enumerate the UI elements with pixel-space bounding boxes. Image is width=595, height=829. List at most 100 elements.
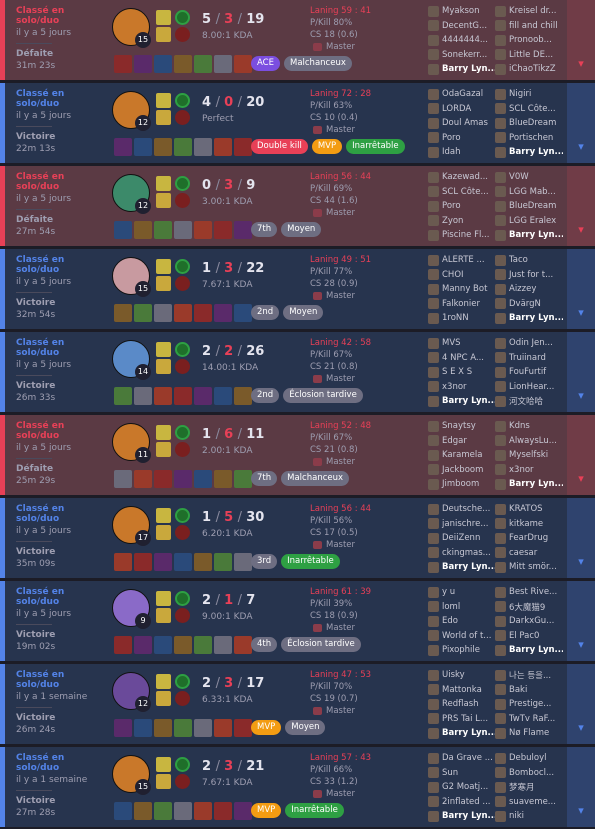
- match-card[interactable]: Classé en solo/duo il y a 1 semaine Vict…: [0, 747, 595, 827]
- item-slot[interactable]: [154, 802, 172, 820]
- player-row[interactable]: Doul Amas: [428, 116, 496, 131]
- secondary-rune-icon[interactable]: [175, 193, 190, 208]
- item-slot[interactable]: [134, 138, 152, 156]
- item-slot[interactable]: [234, 719, 252, 737]
- secondary-rune-icon[interactable]: [175, 442, 190, 457]
- item-slot[interactable]: [174, 221, 192, 239]
- item-slot[interactable]: [134, 719, 152, 737]
- keystone-rune-icon[interactable]: [175, 425, 190, 440]
- player-row[interactable]: 4 NPC A...: [428, 351, 496, 366]
- player-row[interactable]: janischre...: [428, 517, 496, 532]
- keystone-rune-icon[interactable]: [175, 342, 190, 357]
- expand-button[interactable]: ▾: [567, 83, 595, 163]
- item-slot[interactable]: [174, 719, 192, 737]
- item-slot[interactable]: [154, 55, 172, 73]
- item-slot[interactable]: [154, 304, 172, 322]
- player-row[interactable]: V0W: [495, 170, 563, 185]
- player-row[interactable]: ckingmas...: [428, 546, 496, 561]
- player-row[interactable]: LORDA: [428, 102, 496, 117]
- item-slot[interactable]: [174, 553, 192, 571]
- player-row[interactable]: CHOI: [428, 268, 496, 283]
- summoner-spell-icon[interactable]: [156, 359, 171, 374]
- summoner-spell-icon[interactable]: [156, 608, 171, 623]
- player-row[interactable]: LGG Mab...: [495, 185, 563, 200]
- player-row[interactable]: Edo: [428, 614, 496, 629]
- player-row[interactable]: OdaGazal: [428, 87, 496, 102]
- player-row[interactable]: Jackboom: [428, 463, 496, 478]
- player-row[interactable]: Barry Lyn...: [428, 809, 496, 824]
- player-row[interactable]: Snaytsy: [428, 419, 496, 434]
- player-row[interactable]: 梦寒月: [495, 780, 563, 795]
- player-row[interactable]: Aizzey: [495, 282, 563, 297]
- item-slot[interactable]: [194, 304, 212, 322]
- item-slot[interactable]: [214, 802, 232, 820]
- player-row[interactable]: Deutsche...: [428, 502, 496, 517]
- player-row[interactable]: Mitt smör...: [495, 560, 563, 575]
- expand-button[interactable]: ▾: [567, 498, 595, 578]
- player-row[interactable]: Bombocl...: [495, 766, 563, 781]
- player-row[interactable]: 1roNN: [428, 311, 496, 326]
- expand-button[interactable]: ▾: [567, 332, 595, 412]
- summoner-spell-icon[interactable]: [156, 93, 171, 108]
- player-row[interactable]: 나는 등을...: [495, 668, 563, 683]
- summoner-spell-icon[interactable]: [156, 425, 171, 440]
- item-slot[interactable]: [234, 387, 252, 405]
- item-slot[interactable]: [154, 221, 172, 239]
- player-row[interactable]: Kreisel dr...: [495, 4, 563, 19]
- item-slot[interactable]: [114, 636, 132, 654]
- keystone-rune-icon[interactable]: [175, 93, 190, 108]
- item-slot[interactable]: [234, 55, 252, 73]
- player-row[interactable]: fill and chill: [495, 19, 563, 34]
- match-card[interactable]: Classé en solo/duo il y a 5 jours Victoi…: [0, 581, 595, 661]
- keystone-rune-icon[interactable]: [175, 176, 190, 191]
- item-slot[interactable]: [214, 221, 232, 239]
- item-slot[interactable]: [194, 470, 212, 488]
- player-row[interactable]: Poro: [428, 131, 496, 146]
- item-slot[interactable]: [214, 553, 232, 571]
- item-slot[interactable]: [214, 55, 232, 73]
- player-row[interactable]: Barry Lyn...: [495, 228, 563, 243]
- item-slot[interactable]: [194, 138, 212, 156]
- player-row[interactable]: Pixophile: [428, 643, 496, 658]
- player-row[interactable]: Myselfski: [495, 448, 563, 463]
- summoner-spell-icon[interactable]: [156, 525, 171, 540]
- player-row[interactable]: Truiinard: [495, 351, 563, 366]
- item-slot[interactable]: [114, 470, 132, 488]
- summoner-spell-icon[interactable]: [156, 276, 171, 291]
- player-row[interactable]: Barry Lyn...: [428, 394, 496, 409]
- summoner-spell-icon[interactable]: [156, 110, 171, 125]
- player-row[interactable]: FouFurtif: [495, 365, 563, 380]
- item-slot[interactable]: [154, 470, 172, 488]
- item-slot[interactable]: [114, 719, 132, 737]
- player-row[interactable]: BlueDream: [495, 116, 563, 131]
- player-row[interactable]: Odin Jen...: [495, 336, 563, 351]
- secondary-rune-icon[interactable]: [175, 525, 190, 540]
- item-slot[interactable]: [154, 387, 172, 405]
- item-slot[interactable]: [134, 553, 152, 571]
- item-slot[interactable]: [234, 470, 252, 488]
- secondary-rune-icon[interactable]: [175, 691, 190, 706]
- secondary-rune-icon[interactable]: [175, 774, 190, 789]
- player-row[interactable]: Kazewad...: [428, 170, 496, 185]
- item-slot[interactable]: [214, 387, 232, 405]
- expand-button[interactable]: ▾: [567, 166, 595, 246]
- player-row[interactable]: Karamela: [428, 448, 496, 463]
- summoner-spell-icon[interactable]: [156, 674, 171, 689]
- expand-button[interactable]: ▾: [567, 581, 595, 661]
- summoner-spell-icon[interactable]: [156, 774, 171, 789]
- match-card[interactable]: Classé en solo/duo il y a 1 semaine Vict…: [0, 664, 595, 744]
- player-row[interactable]: Da Grave ...: [428, 751, 496, 766]
- player-row[interactable]: SCL Côte...: [495, 102, 563, 117]
- secondary-rune-icon[interactable]: [175, 608, 190, 623]
- player-row[interactable]: S E X S: [428, 365, 496, 380]
- player-row[interactable]: Redflash: [428, 697, 496, 712]
- secondary-rune-icon[interactable]: [175, 110, 190, 125]
- player-row[interactable]: kitkame: [495, 517, 563, 532]
- summoner-spell-icon[interactable]: [156, 259, 171, 274]
- secondary-rune-icon[interactable]: [175, 276, 190, 291]
- player-row[interactable]: Baki: [495, 683, 563, 698]
- expand-button[interactable]: ▾: [567, 415, 595, 495]
- player-row[interactable]: MVS: [428, 336, 496, 351]
- item-slot[interactable]: [134, 387, 152, 405]
- player-row[interactable]: Taco: [495, 253, 563, 268]
